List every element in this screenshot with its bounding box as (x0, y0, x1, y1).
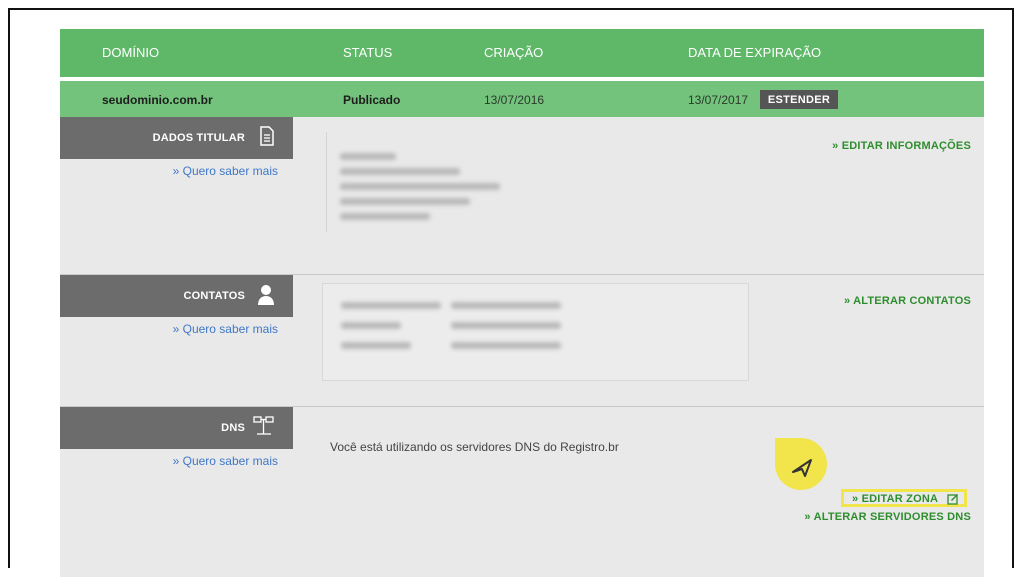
domain-expiration: 13/07/2017 (688, 93, 749, 107)
header-created: CRIAÇÃO (484, 45, 544, 60)
edit-zone-link[interactable]: » EDITAR ZONA (852, 493, 938, 505)
section-dns: DNS » Quero saber mais Você está utiliza… (60, 407, 984, 577)
domain-name: seudominio.com.br (102, 93, 213, 107)
dns-more-link[interactable]: » Quero saber mais (173, 454, 278, 468)
header-domain: DOMÍNIO (102, 45, 160, 60)
domain-panel: DOMÍNIO STATUS CRIAÇÃO DATA DE EXPIRAÇÃO… (60, 29, 984, 577)
titular-more-link[interactable]: » Quero saber mais (173, 164, 278, 178)
pointer-marker-icon (771, 434, 833, 501)
contacts-blurred-table (322, 283, 749, 381)
user-icon (257, 284, 275, 309)
contatos-more-link[interactable]: » Quero saber mais (173, 322, 278, 336)
divider (326, 132, 327, 232)
dns-label-box: DNS (60, 407, 293, 449)
domain-status: Publicado (343, 93, 401, 107)
dns-label: DNS (221, 422, 245, 434)
network-icon (253, 416, 275, 441)
domain-created: 13/07/2016 (484, 93, 545, 107)
edit-icon[interactable] (947, 492, 959, 510)
titular-label-box: DADOS TITULAR (60, 117, 293, 159)
section-contatos: CONTATOS » Quero saber mais » ALTERAR CO… (60, 275, 984, 407)
change-dns-servers-link[interactable]: » ALTERAR SERVIDORES DNS (804, 511, 971, 523)
domain-row: seudominio.com.br Publicado 13/07/2016 1… (60, 81, 984, 117)
contatos-label-box: CONTATOS (60, 275, 293, 317)
document-icon (259, 126, 275, 149)
extend-button[interactable]: ESTENDER (760, 90, 838, 109)
header-expiration: DATA DE EXPIRAÇÃO (688, 45, 822, 60)
dns-info-text: Você está utilizando os servidores DNS d… (330, 440, 619, 454)
section-titular: DADOS TITULAR » Quero saber mais » EDITA… (60, 117, 984, 275)
change-contacts-link[interactable]: » ALTERAR CONTATOS (844, 295, 971, 307)
contatos-label: CONTATOS (183, 290, 245, 302)
edit-info-link[interactable]: » EDITAR INFORMAÇÕES (832, 140, 971, 152)
titular-label: DADOS TITULAR (152, 132, 245, 144)
header-status: STATUS (343, 45, 393, 60)
table-header: DOMÍNIO STATUS CRIAÇÃO DATA DE EXPIRAÇÃO (60, 29, 984, 77)
